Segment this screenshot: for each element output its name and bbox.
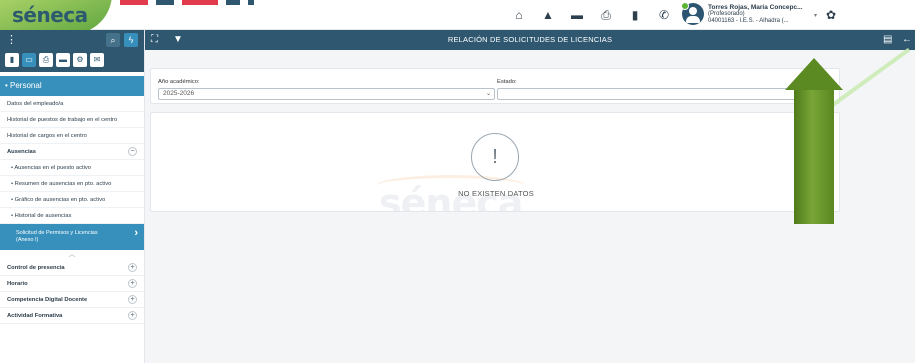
settings-icon[interactable]: ⚙ [73,53,87,67]
printer-icon[interactable]: ⎙ [599,8,613,22]
sidebar-item[interactable]: Datos del empleado/a [0,96,144,112]
sidebar-section-personal[interactable]: • Personal [0,76,144,96]
sidebar-group-label: Horario [7,281,28,287]
folder-icon[interactable]: ▬ [56,53,70,67]
arrow-shaft [794,90,834,224]
year-label: Año académico: [158,79,200,85]
user-name: Torres Rojas, María Concepc... [708,4,803,11]
sidebar-group-label: Competencia Digital Docente [7,297,88,303]
lightning-icon[interactable]: ϟ [124,33,138,47]
sidebar-item[interactable]: Historial de cargos en el centro [0,128,144,144]
sidebar-group-ausencias[interactable]: Ausencias − [0,144,144,160]
back-arrow-icon[interactable]: ← [902,33,912,47]
search-icon[interactable]: ⌕ [106,33,120,47]
year-select[interactable]: 2025-2026 ⌄ [158,88,495,100]
filters-panel: Año académico: 2025-2026 ⌄ Estado: ⌄ [150,68,840,104]
sidebar-group[interactable]: Actividad Formativa + [0,308,144,324]
sidebar-toolbar: ▮ ▭ ⎙ ▬ ⚙ ✉ [0,50,144,72]
sidebar-group-label: Actividad Formativa [7,313,63,319]
user-info: Torres Rojas, María Concepc... (Profesor… [708,4,803,25]
id-card-icon[interactable]: ▭ [22,53,36,67]
sidebar-group-label: Control de presencia [7,265,65,271]
vertical-dots-icon[interactable]: ⋮ [6,33,17,46]
app-logo[interactable]: séneca [12,3,88,27]
avatar [681,2,704,25]
user-center: 04001163 - I.E.S. - Alhadra (... [708,18,789,24]
sidebar-active-label-line1: Solicitud de Permisos y Licencias [16,230,98,236]
top-icons: ⌂ ▲ ▬ ⎙ ▮ ✆ [512,8,671,22]
bookmark-icon[interactable]: ▮ [5,53,19,67]
gear-icon[interactable]: ✿ [826,8,836,22]
sidebar-header: ⋮ ⌕ ϟ [0,30,144,50]
document-icon[interactable]: ▤ [883,33,892,47]
green-arrow-annotation [785,58,845,228]
sidebar-group[interactable]: Horario + [0,276,144,292]
print-icon[interactable]: ⎙ [39,53,53,67]
sidebar-group[interactable]: Competencia Digital Docente + [0,292,144,308]
mail-icon[interactable]: ✉ [90,53,104,67]
sidebar-group[interactable]: Control de presencia + [0,260,144,276]
online-status-icon [681,2,689,10]
sidebar-item[interactable]: Historial de puestos de trabajo en el ce… [0,112,144,128]
expand-icon[interactable]: + [128,263,137,272]
status-select[interactable]: ⌄ [497,88,833,100]
phone-icon[interactable]: ✆ [657,8,671,22]
page-title: RELACIÓN DE SOLICITUDES DE LICENCIAS [447,35,613,44]
chevron-down-icon[interactable]: ▾ [814,12,817,19]
top-bar: séneca ⌂ ▲ ▬ ⎙ ▮ ✆ Torres Rojas, María C… [0,0,915,34]
exclamation-icon: ! [471,133,519,181]
home-icon[interactable]: ⌂ [512,8,526,22]
sidebar-subitem[interactable]: • Historial de ausencias [0,208,144,224]
clipboard-icon[interactable]: ▮ [628,8,642,22]
chevron-up-icon[interactable]: ︿ [0,250,144,260]
sidebar-subitem[interactable]: • Resumen de ausencias en pto. activo [0,176,144,192]
expand-icon[interactable]: + [128,311,137,320]
sidebar-active-label-line2: (Anexo I) [16,237,39,243]
main-header: ⛶ ▼ RELACIÓN DE SOLICITUDES DE LICENCIAS… [145,30,915,50]
graduation-cap-icon[interactable]: ▲ [541,8,555,22]
expand-icon[interactable]: + [128,279,137,288]
expand-icon[interactable]: + [128,295,137,304]
arrow-head [785,58,843,90]
folder-icon[interactable]: ▬ [570,8,584,22]
user-role: (Profesorado) [708,11,745,17]
results-panel: séneca ! NO EXISTEN DATOS [150,112,840,212]
chevron-right-icon: › [134,227,138,239]
logo-decoration [110,0,310,6]
empty-message: NO EXISTEN DATOS [458,189,534,198]
chevron-down-icon: ⌄ [485,91,491,97]
sidebar-group-label: Ausencias [7,149,36,155]
sidebar-subitem[interactable]: • Ausencias en el puesto activo [0,160,144,176]
sidebar: ⋮ ⌕ ϟ ▮ ▭ ⎙ ▬ ⚙ ✉ • Personal Datos del e… [0,30,145,363]
collapse-icon[interactable]: − [128,147,137,156]
sidebar-item-active[interactable]: Solicitud de Permisos y Licencias (Anexo… [0,224,144,250]
status-label: Estado: [497,79,517,85]
year-value: 2025-2026 [163,90,195,97]
sidebar-subitem[interactable]: • Gráfico de ausencias en pto. activo [0,192,144,208]
